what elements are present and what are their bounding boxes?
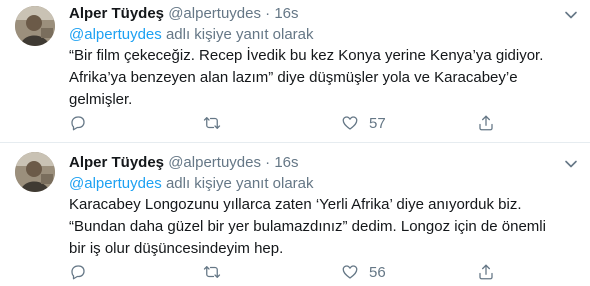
separator-dot: · <box>265 154 271 171</box>
like-button[interactable]: 57 <box>341 113 386 133</box>
avatar[interactable] <box>15 6 55 46</box>
reply-context-label: adlı kişiye yanıt olarak <box>161 26 314 43</box>
retweet-icon <box>203 266 221 278</box>
author-name[interactable]: Alper Tüydeş <box>69 5 164 22</box>
share-button[interactable] <box>477 262 495 282</box>
reply-icon <box>71 265 85 280</box>
avatar[interactable] <box>15 152 55 192</box>
tweet-text-line: gelmişler. <box>69 91 133 108</box>
share-icon <box>479 264 493 280</box>
tweet-header: Alper Tüydeş @alpertuydes · 16s <box>69 4 299 24</box>
heart-icon <box>342 265 358 279</box>
author-handle[interactable]: @alpertuydes <box>168 5 261 22</box>
tweet-actions: 56 <box>69 262 499 282</box>
timestamp[interactable]: 16s <box>274 154 298 171</box>
author-handle[interactable]: @alpertuydes <box>168 154 261 171</box>
tweet-text-line: bir iş olur düşüncesindeyim hep. <box>69 240 284 257</box>
timestamp[interactable]: 16s <box>274 5 298 22</box>
tweet-text: Karacabey Longozunu yıllarca zaten ‘Yerl… <box>69 194 579 260</box>
like-count: 57 <box>369 114 386 132</box>
like-count: 56 <box>369 263 386 281</box>
chevron-down-icon[interactable] <box>564 157 578 171</box>
reply-context: @alpertuydes adlı kişiye yanıt olarak <box>69 174 314 194</box>
tweet[interactable]: Alper Tüydeş @alpertuydes · 16s @alpertu… <box>0 143 590 286</box>
tweet-text-line: “Bir film çekeceğiz. Recep İvedik bu kez… <box>69 47 544 64</box>
tweet-header: Alper Tüydeş @alpertuydes · 16s <box>69 153 299 173</box>
reply-context: @alpertuydes adlı kişiye yanıt olarak <box>69 25 314 45</box>
reply-button[interactable] <box>69 113 87 133</box>
like-button[interactable]: 56 <box>341 262 386 282</box>
retweet-button[interactable] <box>203 262 221 282</box>
retweet-button[interactable] <box>203 113 221 133</box>
share-button[interactable] <box>477 113 495 133</box>
reply-button[interactable] <box>69 262 87 282</box>
reply-context-label: adlı kişiye yanıt olarak <box>161 175 314 192</box>
reply-to-handle-link[interactable]: @alpertuydes <box>69 26 162 43</box>
tweet-text-line: “Bundan daha güzel bir yer bulamazdınız”… <box>69 218 546 235</box>
tweet[interactable]: Alper Tüydeş @alpertuydes · 16s @alpertu… <box>0 0 590 143</box>
tweet-text-line: Karacabey Longozunu yıllarca zaten ‘Yerl… <box>69 196 522 213</box>
separator-dot: · <box>265 5 271 22</box>
tweet-actions: 57 <box>69 113 499 133</box>
chevron-down-icon[interactable] <box>564 8 578 22</box>
heart-icon <box>342 116 358 130</box>
author-name[interactable]: Alper Tüydeş <box>69 154 164 171</box>
retweet-icon <box>203 117 221 129</box>
tweet-text-line: Afrika’ya benzeyen alan lazım” diye düşm… <box>69 69 518 86</box>
reply-icon <box>71 116 85 131</box>
reply-to-handle-link[interactable]: @alpertuydes <box>69 175 162 192</box>
tweet-text: “Bir film çekeceğiz. Recep İvedik bu kez… <box>69 45 579 111</box>
share-icon <box>479 115 493 131</box>
